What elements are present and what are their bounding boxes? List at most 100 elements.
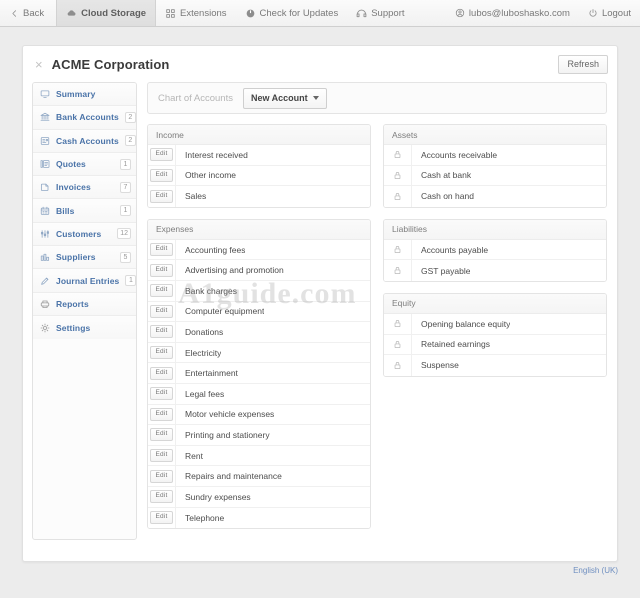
close-icon[interactable]: × (35, 58, 43, 71)
sidebar-item-bank-accounts[interactable]: Bank Accounts 2 (33, 106, 136, 129)
lock-icon (393, 361, 402, 370)
account-row[interactable]: EditTelephone (148, 508, 370, 529)
sidebar-item-bills[interactable]: Bills1 (33, 199, 136, 222)
account-row[interactable]: EditRent (148, 446, 370, 467)
account-row[interactable]: EditEntertainment (148, 363, 370, 384)
account-row[interactable]: Edit Legal fees (148, 384, 370, 405)
toolbar-item-label: Back (23, 8, 44, 19)
account-row[interactable]: EditDonations (148, 322, 370, 343)
sidebar-item-badge: 12 (117, 228, 131, 239)
edit-account-button[interactable]: Edit (150, 470, 172, 483)
logout-button[interactable]: Logout (579, 0, 640, 26)
account-name: Accounts payable (412, 245, 488, 255)
account-name: Accounting fees (176, 245, 245, 255)
account-row[interactable]: EditPrinting and stationery (148, 425, 370, 446)
account-group-title: Income (148, 125, 370, 145)
suppliers-icon (40, 252, 50, 262)
sidebar-item-label: Cash Accounts (56, 136, 119, 146)
account-row-action (384, 335, 412, 355)
account-row[interactable]: GST payable (384, 260, 606, 281)
sidebar-item-customers[interactable]: Customers12 (33, 223, 136, 246)
sidebar-item-label: Bank Accounts (56, 112, 119, 122)
account-name: Sundry expenses (176, 492, 251, 502)
sidebar-item-label: Suppliers (56, 252, 114, 262)
account-name: Advertising and promotion (176, 265, 284, 275)
account-group-liabilities: LiabilitiesAccounts payableGST payable (383, 219, 607, 282)
account-row[interactable]: EditElectricity (148, 343, 370, 364)
account-row[interactable]: EditBank charges (148, 281, 370, 302)
sidebar-item-badge: 2 (125, 112, 136, 123)
account-name: Legal fees (176, 389, 224, 399)
edit-account-button[interactable]: Edit (150, 346, 172, 359)
sidebar-item-suppliers[interactable]: Suppliers5 (33, 246, 136, 269)
sidebar-item-label: Settings (56, 323, 131, 333)
content-area: Chart of Accounts New Account IncomeEdit… (137, 82, 617, 540)
sidebar-item-cash-accounts[interactable]: Cash Accounts2 (33, 130, 136, 153)
account-row-action: Edit (148, 240, 176, 260)
account-row-action (384, 240, 412, 260)
account-group-expenses: ExpensesEditAccounting feesEditAdvertisi… (147, 219, 371, 529)
toolbar-item-back[interactable]: Back (0, 0, 56, 26)
edit-account-button[interactable]: Edit (150, 148, 172, 161)
edit-account-button[interactable]: Edit (150, 305, 172, 318)
edit-account-button[interactable]: Edit (150, 264, 172, 277)
toolbar-item-support[interactable]: Support (347, 0, 413, 26)
account-email[interactable]: lubos@luboshasko.com (446, 0, 579, 26)
account-row[interactable]: EditInterest received (148, 145, 370, 166)
account-group-title: Assets (384, 125, 606, 145)
edit-account-button[interactable]: Edit (150, 325, 172, 338)
toolbar-item-label: lubos@luboshasko.com (469, 8, 570, 19)
sidebar-item-invoices[interactable]: Invoices7 (33, 176, 136, 199)
sidebar-item-reports[interactable]: Reports (33, 293, 136, 316)
account-row[interactable]: Edit Accounting fees (148, 240, 370, 261)
user-icon (455, 8, 465, 18)
journal-icon (40, 276, 50, 286)
account-row-action: Edit (148, 260, 176, 280)
account-row[interactable]: Edit Advertising and promotion (148, 260, 370, 281)
account-row[interactable]: Accounts receivable (384, 145, 606, 166)
refresh-button[interactable]: Refresh (558, 55, 608, 74)
account-row-action: Edit (148, 302, 176, 322)
edit-account-button[interactable]: Edit (150, 490, 172, 503)
sidebar-item-journal-entries[interactable]: Journal Entries1 (33, 269, 136, 292)
edit-account-button[interactable]: Edit (150, 243, 172, 256)
power-icon (588, 8, 598, 18)
toolbar-item-extensions[interactable]: Extensions (156, 0, 235, 26)
new-account-button[interactable]: New Account (243, 88, 327, 109)
sidebar-item-summary[interactable]: Summary (33, 83, 136, 106)
bills-icon (40, 206, 50, 216)
edit-account-button[interactable]: Edit (150, 408, 172, 421)
edit-account-button[interactable]: Edit (150, 511, 172, 524)
account-row[interactable]: EditMotor vehicle expenses (148, 405, 370, 426)
toolbar-item-cloud-storage[interactable]: Cloud Storage (56, 0, 156, 26)
edit-account-button[interactable]: Edit (150, 367, 172, 380)
account-row[interactable]: Cash on hand (384, 186, 606, 207)
sidebar-item-label: Invoices (56, 182, 114, 192)
edit-account-button[interactable]: Edit (150, 449, 172, 462)
sidebar: Summary Bank Accounts 2 Cash Accounts2Quote… (32, 82, 137, 540)
account-row[interactable]: Suspense (384, 355, 606, 376)
account-row[interactable]: EditRepairs and maintenance (148, 466, 370, 487)
account-row[interactable]: EditOther income (148, 166, 370, 187)
account-row[interactable]: Cash at bank (384, 166, 606, 187)
account-group-title: Equity (384, 294, 606, 314)
account-row[interactable]: Retained earnings (384, 335, 606, 356)
toolbar-item-check-for-updates[interactable]: Check for Updates (236, 0, 348, 26)
account-row[interactable]: Opening balance equity (384, 314, 606, 335)
language-link[interactable]: English (UK) (573, 566, 618, 575)
account-row[interactable]: EditSales (148, 186, 370, 207)
account-row[interactable]: EditComputer equipment (148, 302, 370, 323)
edit-account-button[interactable]: Edit (150, 387, 172, 400)
monitor-icon (40, 89, 50, 99)
account-row[interactable]: Edit Sundry expenses (148, 487, 370, 508)
edit-account-button[interactable]: Edit (150, 428, 172, 441)
sidebar-item-settings[interactable]: Settings (33, 316, 136, 339)
edit-account-button[interactable]: Edit (150, 169, 172, 182)
account-row[interactable]: Accounts payable (384, 240, 606, 261)
account-row-action: Edit (148, 405, 176, 425)
lock-icon (393, 171, 402, 180)
sidebar-item-quotes[interactable]: Quotes1 (33, 153, 136, 176)
account-row-action: Edit (148, 425, 176, 445)
edit-account-button[interactable]: Edit (150, 190, 172, 203)
edit-account-button[interactable]: Edit (150, 284, 172, 297)
